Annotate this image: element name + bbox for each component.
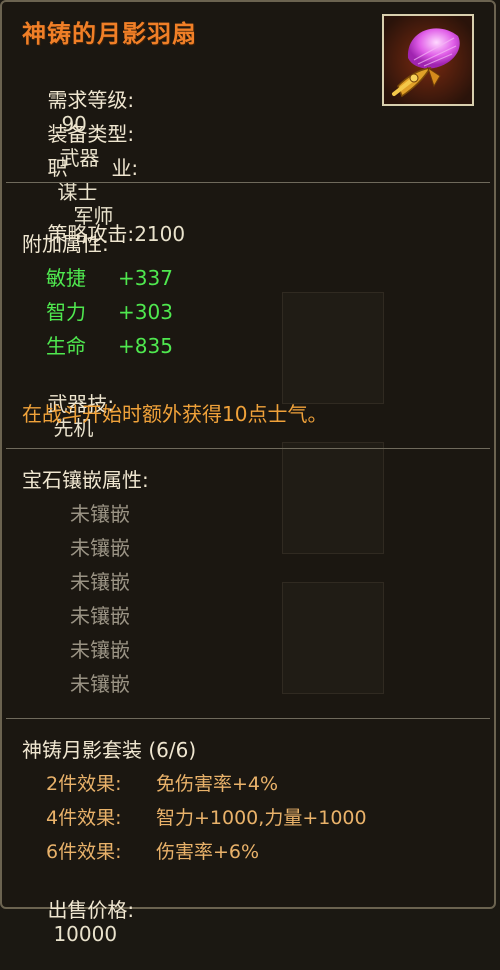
background-ghost xyxy=(282,582,384,694)
class-label-part1: 职 xyxy=(47,156,68,180)
section-divider xyxy=(6,448,490,449)
stat-name: 智力 xyxy=(46,300,86,324)
set-bonus-value: 免伤害率+4% xyxy=(156,773,279,795)
background-ghost xyxy=(282,292,384,404)
gem-slot-empty: 未镶嵌 xyxy=(70,536,130,560)
stat-value: +303 xyxy=(118,300,173,324)
set-bonus-value: 伤害率+6% xyxy=(156,841,260,863)
gem-slot-empty: 未镶嵌 xyxy=(70,672,130,696)
extra-attributes-label: 附加属性: xyxy=(22,232,109,256)
gem-slot-empty: 未镶嵌 xyxy=(70,570,130,594)
gem-slot-empty: 未镶嵌 xyxy=(70,638,130,662)
gem-slot-empty: 未镶嵌 xyxy=(70,604,130,628)
stat-name: 敏捷 xyxy=(46,266,86,290)
sell-price-row: 出售价格: 10000 xyxy=(22,874,134,970)
set-name: 神铸月影套装 (6/6) xyxy=(22,738,197,762)
set-bonus-label: 6件效果: xyxy=(46,841,122,863)
attack-value: 2100 xyxy=(134,222,186,246)
set-bonus-label: 4件效果: xyxy=(46,807,122,829)
item-name: 神铸的月影羽扇 xyxy=(22,20,197,48)
section-divider xyxy=(6,182,490,183)
set-bonus-label: 2件效果: xyxy=(46,773,122,795)
gem-slot-empty: 未镶嵌 xyxy=(70,502,130,526)
class-label-part2: 业: xyxy=(111,156,139,180)
sell-price-label: 出售价格: xyxy=(47,898,135,922)
feather-fan-icon xyxy=(382,14,474,106)
gem-section-label: 宝石镶嵌属性: xyxy=(22,468,149,492)
item-tooltip: 神铸的月影羽扇 需求等级: 90 装备类型: 武器 职 业: 谋士 军师 策略攻… xyxy=(0,0,496,946)
weapon-skill-description: 在战斗开始时额外获得10点士气。 xyxy=(22,402,328,426)
sell-price-value: 10000 xyxy=(53,922,118,946)
set-bonus-value: 智力+1000,力量+1000 xyxy=(156,807,367,829)
section-divider xyxy=(6,718,490,719)
stat-value: +337 xyxy=(118,266,173,290)
background-ghost xyxy=(282,442,384,554)
stat-name: 生命 xyxy=(46,334,86,358)
stat-value: +835 xyxy=(118,334,173,358)
